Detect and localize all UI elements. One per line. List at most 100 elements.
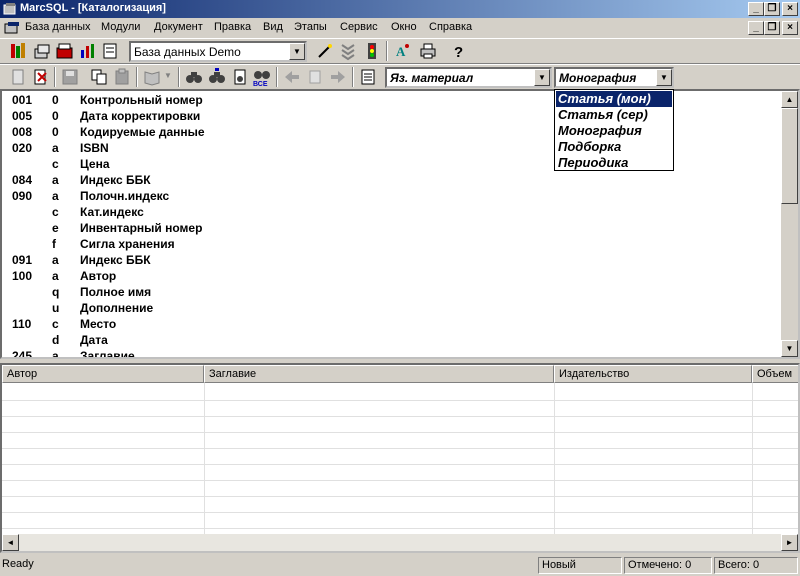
dropdown-option[interactable]: Подборка xyxy=(556,139,672,155)
new-record-icon[interactable] xyxy=(8,67,28,87)
stack-icon[interactable] xyxy=(32,41,52,61)
bar-chart-icon[interactable] xyxy=(78,41,98,61)
doc-window-icon[interactable] xyxy=(4,21,20,35)
record-grid-icon[interactable] xyxy=(305,67,325,87)
scroll-up-icon[interactable]: ▲ xyxy=(781,91,798,108)
menu-stages[interactable]: Этапы xyxy=(294,21,327,33)
toolbar-separator xyxy=(178,67,180,87)
dropdown-option[interactable]: Периодика xyxy=(556,155,672,171)
help-icon[interactable]: ? xyxy=(448,41,468,61)
marc-field-row[interactable]: 090 a Полочн.индекс xyxy=(2,188,778,204)
mdi-minimize-button[interactable]: _ xyxy=(748,21,764,35)
material-type-select[interactable]: Монография ▼ xyxy=(554,67,674,88)
marc-field-label: Заглавие xyxy=(80,349,135,359)
books-icon[interactable] xyxy=(8,41,28,61)
dropdown-option[interactable]: Статья (сер) xyxy=(556,107,672,123)
marc-tag: 001 xyxy=(12,93,33,107)
marc-tag: 091 xyxy=(12,253,33,267)
marc-field-row[interactable]: d Дата xyxy=(2,332,778,348)
marc-subfield: a xyxy=(52,269,59,283)
dropdown-option[interactable]: Статья (мон) xyxy=(556,91,672,107)
menu-service[interactable]: Сервис xyxy=(340,21,378,33)
marc-subfield: 0 xyxy=(52,109,59,123)
marc-subfield: c xyxy=(52,157,59,171)
print-icon[interactable] xyxy=(418,41,438,61)
wand-icon[interactable] xyxy=(315,41,335,61)
mdi-restore-button[interactable]: ❐ xyxy=(764,21,780,35)
marc-subfield: c xyxy=(52,317,59,331)
minimize-button[interactable]: _ xyxy=(748,2,764,16)
form-icon[interactable] xyxy=(358,67,378,87)
column-header-title[interactable]: Заглавие xyxy=(204,365,554,383)
scroll-right-icon[interactable]: ► xyxy=(781,534,798,551)
marc-field-row[interactable]: 245 a Заглавие xyxy=(2,348,778,359)
menu-edit[interactable]: Правка xyxy=(214,21,251,33)
marc-subfield: 0 xyxy=(52,125,59,139)
chevron-down-icon[interactable]: ▼ xyxy=(289,43,305,60)
marc-field-row[interactable]: 110 c Место xyxy=(2,316,778,332)
column-header-author[interactable]: Автор xyxy=(2,365,204,383)
status-total: Всего: 0 xyxy=(714,557,798,574)
notes-icon[interactable] xyxy=(100,41,120,61)
find-all-icon[interactable]: ВСЕ xyxy=(252,67,272,87)
copy-icon[interactable] xyxy=(89,67,109,87)
menu-database[interactable]: База данных xyxy=(25,21,91,33)
find-next-icon[interactable] xyxy=(207,67,227,87)
marc-field-list[interactable]: 001 0 Контрольный номер 005 0 Дата корректиро… xyxy=(0,89,800,359)
marc-field-row[interactable]: c Кат.индекс xyxy=(2,204,778,220)
marc-scrollbar[interactable]: ▲ ▼ xyxy=(781,91,798,357)
paste-icon[interactable] xyxy=(112,67,132,87)
arrow-left-icon[interactable] xyxy=(282,67,302,87)
mdi-close-button[interactable]: × xyxy=(782,21,798,35)
grid-divider xyxy=(554,383,555,535)
find-icon[interactable] xyxy=(184,67,204,87)
marc-subfield: c xyxy=(52,205,59,219)
column-header-volume[interactable]: Объем xyxy=(752,365,798,383)
scroll-down-icon[interactable]: ▼ xyxy=(781,340,798,357)
menu-view[interactable]: Вид xyxy=(263,21,283,33)
chevron-down-icon[interactable]: ▼ xyxy=(164,71,172,80)
book-icon[interactable] xyxy=(142,67,162,87)
marc-field-label: Дополнение xyxy=(80,301,154,315)
marc-field-row[interactable]: u Дополнение xyxy=(2,300,778,316)
marc-field-row[interactable]: e Инвентарный номер xyxy=(2,220,778,236)
dropdown-option[interactable]: Монография xyxy=(556,123,672,139)
marc-field-row[interactable]: 100 a Автор xyxy=(2,268,778,284)
scroll-left-icon[interactable]: ◄ xyxy=(2,534,19,551)
find-filter-icon[interactable] xyxy=(230,67,250,87)
marc-tag: 100 xyxy=(12,269,33,283)
scroll-thumb[interactable] xyxy=(781,108,798,204)
menu-modules[interactable]: Модули xyxy=(101,21,140,33)
toolbar-separator xyxy=(352,67,354,87)
grid-row-line xyxy=(2,448,798,449)
close-button[interactable]: × xyxy=(782,2,798,16)
marc-field-row[interactable]: q Полное имя xyxy=(2,284,778,300)
marc-subfield: 0 xyxy=(52,93,59,107)
delete-record-icon[interactable] xyxy=(30,67,50,87)
material-type-dropdown[interactable]: Статья (мон) Статья (сер) Монография Подбор… xyxy=(554,89,674,171)
arrow-right-icon[interactable] xyxy=(328,67,348,87)
marc-field-row[interactable]: 084 a Индекс ББК xyxy=(2,172,778,188)
marc-field-row[interactable]: 091 a Индекс ББК xyxy=(2,252,778,268)
font-style-icon[interactable]: A xyxy=(392,41,412,61)
column-header-publisher[interactable]: Издательство xyxy=(554,365,752,383)
results-grid[interactable]: Автор Заглавие Издательство Объем ◄ ► xyxy=(0,363,800,553)
menu-help[interactable]: Справка xyxy=(429,21,472,33)
menu-document[interactable]: Документ xyxy=(154,21,203,33)
chevron-down-icon[interactable]: ▼ xyxy=(656,69,672,86)
status-mode: Новый xyxy=(538,557,622,574)
language-select[interactable]: Яз. материал ▼ xyxy=(385,67,552,88)
grid-horizontal-scrollbar[interactable]: ◄ ► xyxy=(2,534,798,551)
marc-tag: 245 xyxy=(12,349,33,359)
stages-icon[interactable] xyxy=(338,41,358,61)
marc-field-row[interactable]: f Сигла хранения xyxy=(2,236,778,252)
chevron-down-icon[interactable]: ▼ xyxy=(534,69,550,86)
menu-window[interactable]: Окно xyxy=(391,21,417,33)
maximize-button[interactable]: ❐ xyxy=(764,2,780,16)
marc-field-label: Сигла хранения xyxy=(80,237,175,251)
database-select[interactable]: База данных Demo ▼ xyxy=(129,41,307,62)
marc-field-label: Индекс ББК xyxy=(80,253,151,267)
catalog-box-icon[interactable] xyxy=(55,41,75,61)
save-icon[interactable] xyxy=(60,67,80,87)
traffic-light-icon[interactable] xyxy=(362,41,382,61)
